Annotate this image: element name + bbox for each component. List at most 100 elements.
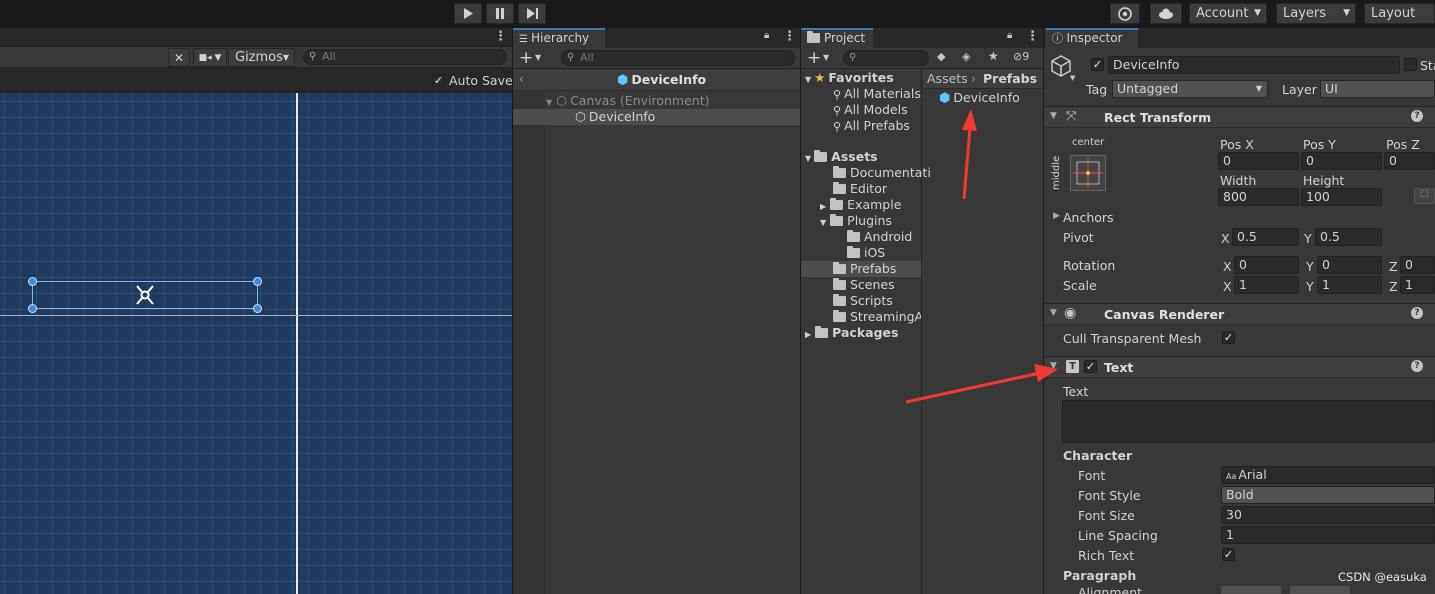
pivot-anchor-icon[interactable] <box>133 284 157 306</box>
folder-item[interactable]: Documentati <box>833 165 931 181</box>
filter-label-icon[interactable]: ◈ <box>962 50 970 63</box>
scale-y-input[interactable]: 1 <box>1317 276 1382 294</box>
assets-header[interactable]: ▼ Assets <box>805 149 878 165</box>
folder-item[interactable]: Scripts <box>833 293 893 309</box>
favorites-header[interactable]: ▼ ★ Favorites <box>805 70 894 86</box>
more-menu-icon[interactable]: ⋮ <box>494 29 507 44</box>
more-menu-icon[interactable]: ⋮ <box>783 29 796 44</box>
hierarchy-item-selected[interactable]: ⬡ DeviceInfo <box>513 109 800 125</box>
tag-dropdown[interactable]: Untagged ▼ <box>1112 80 1268 98</box>
packages-header[interactable]: ▶ Packages <box>805 325 898 341</box>
rect-handle[interactable] <box>28 304 37 313</box>
pos-z-input[interactable]: 0 <box>1384 152 1435 170</box>
scale-z-input[interactable]: 1 <box>1400 276 1435 294</box>
tab-hierarchy[interactable]: ☰ Hierarchy <box>513 28 605 48</box>
rotation-y-input[interactable]: 0 <box>1317 256 1382 274</box>
layers-dropdown[interactable]: Layers ▼ <box>1276 3 1356 24</box>
help-icon[interactable]: ? <box>1411 110 1423 122</box>
folder-item[interactable]: ▶ Example <box>820 197 901 213</box>
height-input[interactable]: 100 <box>1301 188 1382 206</box>
folder-item[interactable]: Android <box>847 229 912 245</box>
rotation-z-input[interactable]: 0 <box>1400 256 1435 274</box>
hierarchy-item[interactable]: ▼ ⬡ Canvas (Environment) <box>546 93 800 109</box>
auto-save-checkbox[interactable]: ✓ <box>432 74 445 87</box>
folder-item[interactable]: StreamingAs <box>833 309 921 325</box>
line-spacing-input[interactable]: 1 <box>1221 526 1435 544</box>
add-icon[interactable]: + <box>807 48 821 68</box>
project-search-input[interactable]: ⚲ <box>843 50 929 66</box>
alignment-buttons[interactable] <box>1221 586 1281 594</box>
hidden-eye-icon[interactable]: ⊘9 <box>1013 50 1029 63</box>
font-input[interactable]: Aa Arial <box>1221 466 1435 484</box>
font-size-input[interactable]: 30 <box>1221 506 1435 524</box>
canvas-renderer-header[interactable]: ▼ ◉ Canvas Renderer ? <box>1044 303 1435 325</box>
step-button[interactable] <box>518 3 546 24</box>
dropdown-arrow-icon[interactable]: ▼ <box>1070 74 1075 82</box>
collab-button[interactable] <box>1110 3 1140 24</box>
width-input[interactable]: 800 <box>1218 188 1299 206</box>
rect-handle[interactable] <box>253 277 262 286</box>
hierarchy-search-input[interactable]: ⚲ All <box>561 50 795 66</box>
play-button[interactable] <box>454 3 482 24</box>
pivot-y-input[interactable]: 0.5 <box>1315 228 1382 246</box>
prefab-breadcrumb[interactable]: ⬢ DeviceInfo <box>617 72 706 88</box>
dropdown-arrow-icon[interactable]: ▼ <box>823 53 829 62</box>
tab-inspector[interactable]: ⓘ Inspector <box>1046 28 1138 48</box>
rotation-x-input[interactable]: 0 <box>1234 256 1299 274</box>
pos-y-input[interactable]: 0 <box>1301 152 1382 170</box>
layout-dropdown[interactable]: Layout <box>1364 3 1435 24</box>
add-icon[interactable]: + <box>519 48 533 68</box>
account-dropdown[interactable]: Account ▼ <box>1189 3 1267 24</box>
pause-button[interactable] <box>486 3 514 24</box>
lock-icon[interactable]: 🔒︎ <box>764 30 769 41</box>
rect-transform-header[interactable]: ▼ ⤧ Rect Transform ? <box>1044 106 1435 128</box>
folder-item[interactable]: ▼ Plugins <box>820 213 892 229</box>
gizmos-dropdown[interactable]: Gizmos ▼ <box>228 48 295 67</box>
layer-dropdown[interactable]: UI <box>1320 80 1435 98</box>
lock-icon[interactable]: 🔒︎ <box>1007 30 1012 41</box>
pos-x-input[interactable]: 0 <box>1218 152 1299 170</box>
favorite-item[interactable]: ⚲ All Materials <box>833 86 921 102</box>
text-component-header[interactable]: ▼ T ✓ Text ? <box>1044 356 1435 378</box>
pivot-x-input[interactable]: 0.5 <box>1232 228 1299 246</box>
rect-handle[interactable] <box>28 277 37 286</box>
font-style-dropdown[interactable]: Bold <box>1221 486 1435 504</box>
more-menu-icon[interactable]: ⋮ <box>1026 29 1039 44</box>
folder-item[interactable]: Editor <box>833 181 887 197</box>
help-icon[interactable]: ? <box>1411 307 1423 319</box>
folder-item[interactable]: Scenes <box>833 277 895 293</box>
text-content-input[interactable] <box>1062 400 1435 443</box>
crumb-prefabs[interactable]: Prefabs <box>983 71 1037 86</box>
rect-handle[interactable] <box>253 304 262 313</box>
dropdown-arrow-icon[interactable]: ▼ <box>535 53 541 62</box>
text-enabled-checkbox[interactable]: ✓ <box>1084 360 1097 373</box>
anchors-label[interactable]: Anchors <box>1063 210 1114 225</box>
tools-button[interactable]: ✕ <box>168 48 190 67</box>
rect-selection[interactable] <box>28 277 262 313</box>
filter-type-icon[interactable]: ◆ <box>937 50 945 63</box>
active-checkbox[interactable]: ✓ <box>1091 58 1104 71</box>
folder-item[interactable]: iOS <box>847 245 885 261</box>
collapse-arrow-icon[interactable]: ▶ <box>1053 211 1060 221</box>
object-name-input[interactable]: DeviceInfo <box>1108 56 1400 74</box>
favorite-star-icon[interactable]: ★ <box>988 49 999 63</box>
scene-canvas[interactable] <box>0 93 512 594</box>
back-icon[interactable]: ‹ <box>519 72 524 86</box>
help-icon[interactable]: ? <box>1411 360 1423 372</box>
scale-x-input[interactable]: 1 <box>1234 276 1299 294</box>
vertical-alignment-buttons[interactable] <box>1290 586 1350 594</box>
camera-button[interactable]: ■◂ ▼ <box>193 48 227 67</box>
folder-item-selected[interactable]: Prefabs <box>801 261 921 277</box>
favorite-item[interactable]: ⚲ All Prefabs <box>833 118 910 134</box>
cull-transparent-checkbox[interactable]: ✓ <box>1222 331 1235 344</box>
anchor-presets-button[interactable] <box>1070 155 1106 191</box>
rich-text-checkbox[interactable]: ✓ <box>1222 548 1235 561</box>
favorite-item[interactable]: ⚲ All Models <box>833 102 908 118</box>
cloud-button[interactable] <box>1150 3 1182 24</box>
tab-project[interactable]: Project <box>801 28 873 48</box>
static-checkbox[interactable] <box>1404 58 1417 71</box>
crumb-assets[interactable]: Assets <box>927 71 968 86</box>
asset-item[interactable]: ⬢ DeviceInfo <box>939 90 1020 106</box>
blueprint-button[interactable]: ⬚ <box>1414 188 1435 204</box>
scene-search-input[interactable]: ⚲ All <box>303 49 507 65</box>
